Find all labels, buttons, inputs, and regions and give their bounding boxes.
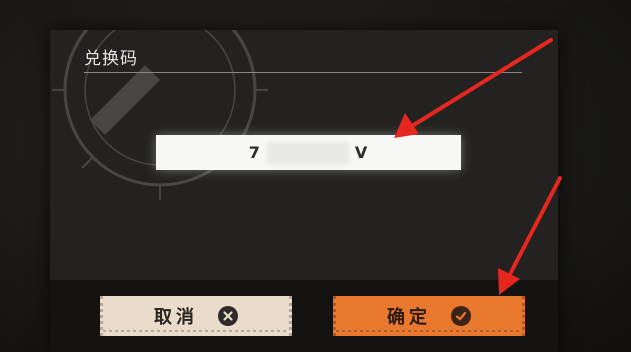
annotation-arrows xyxy=(394,38,562,295)
arrow-to-input-icon xyxy=(394,38,553,138)
arrow-to-confirm-icon xyxy=(498,176,562,295)
game-screen: 兑换码 7 V 取消 确定 xyxy=(0,0,631,352)
